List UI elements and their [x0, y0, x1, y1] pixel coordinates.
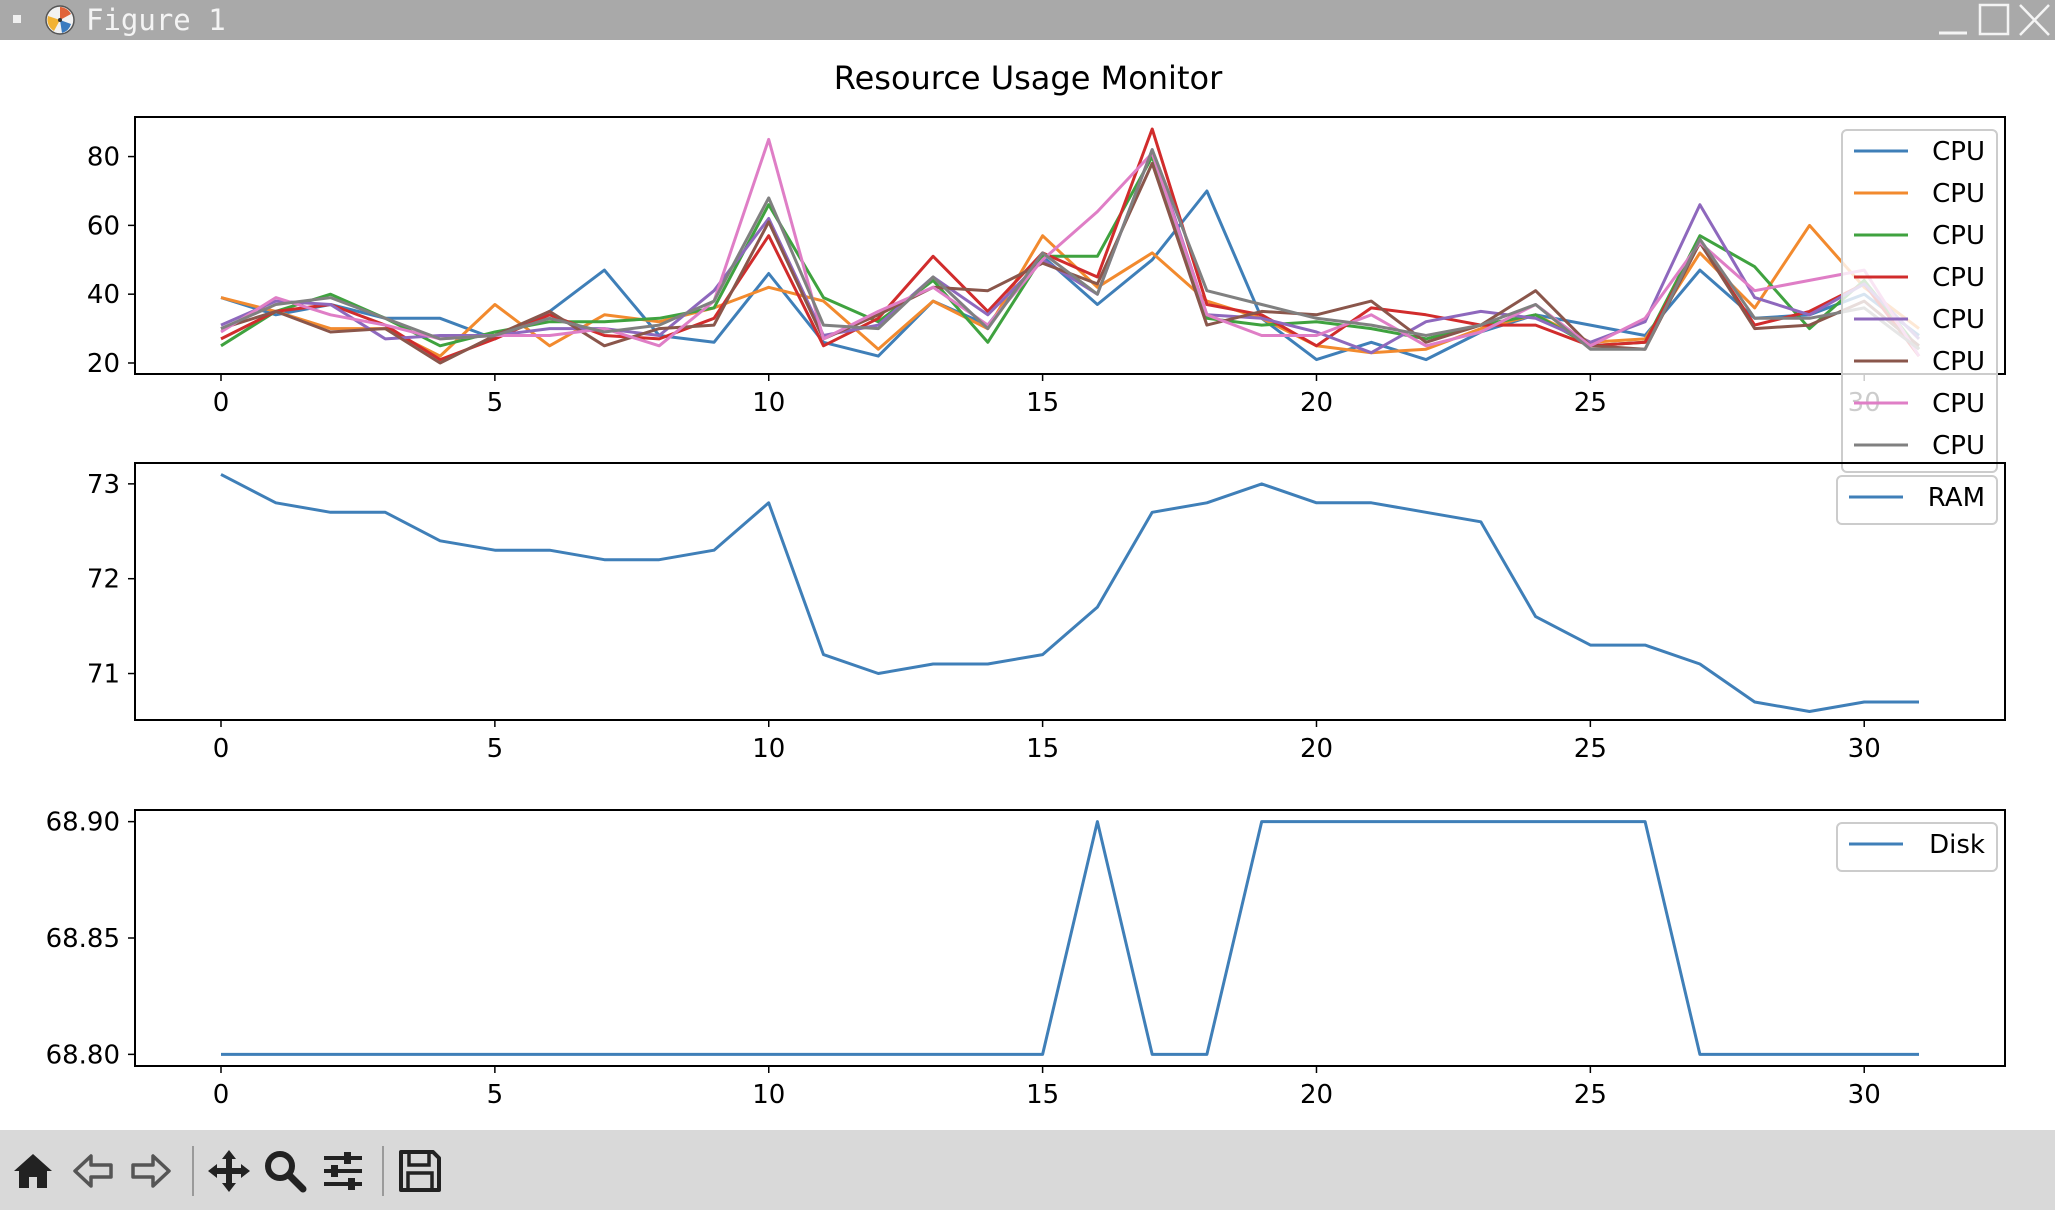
forward-arrow-icon[interactable] — [128, 1148, 174, 1194]
legend-label: CPU — [1932, 305, 1985, 335]
x-tick-label: 10 — [752, 388, 785, 418]
legend-label: Disk — [1929, 830, 1985, 860]
zoom-icon[interactable] — [262, 1148, 308, 1194]
minimize-icon[interactable] — [1935, 2, 1971, 38]
chart-title: Resource Usage Monitor — [834, 59, 1223, 97]
cpu-axes[interactable]: 05101520253020406080CPUCPUCPUCPUCPUCPUCP… — [87, 116, 2006, 473]
x-tick-label: 10 — [752, 734, 785, 764]
toolbar-separator — [382, 1146, 384, 1196]
back-arrow-icon[interactable] — [70, 1148, 116, 1194]
x-tick-label: 15 — [1026, 1080, 1059, 1110]
legend-label: RAM — [1928, 483, 1985, 513]
disk-series-line — [221, 820, 1919, 1056]
home-icon[interactable] — [10, 1148, 56, 1194]
legend-label: CPU — [1932, 389, 1985, 419]
close-icon[interactable] — [2016, 2, 2052, 38]
figure-canvas[interactable]: Resource Usage Monitor 0 5 10 15 20 25 30 20 40 6… — [0, 40, 2055, 1130]
y-tick-label: 72 — [87, 565, 120, 595]
window-menu-icon[interactable] — [13, 15, 21, 23]
ram-axes[interactable]: 0 5 10 15 20 25 30 71 72 73 RAM — [87, 462, 2006, 764]
x-tick-label: 5 — [487, 734, 504, 764]
x-tick-label: 25 — [1574, 388, 1607, 418]
pan-icon[interactable] — [206, 1148, 252, 1194]
legend-label: CPU — [1932, 179, 1985, 209]
y-tick-label: 20 — [87, 349, 120, 379]
navigation-toolbar — [0, 1130, 2055, 1210]
ram-series-line — [220, 473, 1919, 713]
save-icon[interactable] — [397, 1148, 443, 1194]
x-tick-label: 15 — [1026, 388, 1059, 418]
legend-label: CPU — [1932, 137, 1985, 167]
y-tick-label: 68.85 — [46, 924, 120, 954]
maximize-icon[interactable] — [1976, 2, 2012, 38]
matplotlib-logo-icon — [45, 5, 75, 35]
x-tick-label: 20 — [1300, 388, 1333, 418]
x-tick-label: 15 — [1026, 734, 1059, 764]
legend-label: CPU — [1932, 347, 1985, 377]
y-tick-label: 40 — [87, 280, 120, 310]
window-titlebar[interactable]: Figure 1 — [0, 0, 2055, 40]
toolbar-separator — [192, 1146, 194, 1196]
window-title: Figure 1 — [86, 3, 226, 37]
y-tick-label: 68.90 — [46, 808, 120, 838]
x-tick-label: 5 — [487, 388, 504, 418]
x-tick-label: 0 — [213, 734, 230, 764]
y-tick-label: 60 — [87, 211, 120, 241]
x-tick-label: 20 — [1300, 734, 1333, 764]
legend-label: CPU — [1932, 263, 1985, 293]
cpu-series-line — [220, 155, 1921, 351]
y-tick-label: 68.80 — [46, 1040, 120, 1070]
x-tick-label: 20 — [1300, 1080, 1333, 1110]
legend-label: CPU — [1932, 431, 1985, 461]
y-tick-label: 71 — [87, 660, 120, 690]
legend-label: CPU — [1932, 221, 1985, 251]
cpu-series-line — [220, 127, 1921, 362]
y-tick-label: 73 — [87, 470, 120, 500]
x-tick-label: 25 — [1574, 1080, 1607, 1110]
x-tick-label: 30 — [1848, 1080, 1881, 1110]
x-tick-label: 10 — [752, 1080, 785, 1110]
configure-subplots-icon[interactable] — [320, 1148, 366, 1194]
x-tick-label: 5 — [487, 1080, 504, 1110]
x-tick-label: 0 — [213, 1080, 230, 1110]
disk-axes[interactable]: 0 5 10 15 20 25 30 68.80 68.85 68.90 Disk — [46, 808, 2006, 1110]
x-tick-label: 0 — [213, 388, 230, 418]
cpu-series-line — [220, 148, 1920, 351]
x-tick-label: 25 — [1574, 734, 1607, 764]
y-tick-label: 80 — [87, 143, 120, 173]
x-tick-label: 30 — [1848, 734, 1881, 764]
